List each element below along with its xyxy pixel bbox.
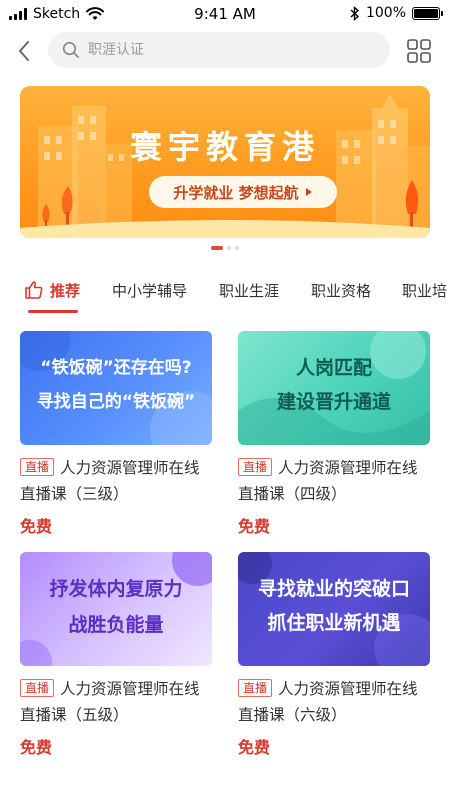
course-thumbnail: 人岗匹配 建设晋升通道: [238, 331, 430, 445]
thumbnail-line-2: 抓住职业新机遇: [267, 612, 401, 634]
tab-qualification[interactable]: 职业资格: [311, 280, 371, 301]
thumbnail-line-2: 战胜负能量: [68, 614, 164, 636]
course-thumbnail: 寻找就业的突破口 抓住职业新机遇: [238, 552, 430, 666]
thumbs-up-icon: [25, 281, 43, 299]
thumbnail-line-1: 寻找就业的突破口: [257, 578, 410, 600]
course-title: 直播 人力资源管理师在线直播课（四级）: [238, 455, 430, 507]
search-input[interactable]: [88, 42, 348, 58]
battery-icon: [412, 6, 443, 20]
thumbnail-line-1: 抒发体内复原力: [49, 578, 183, 600]
course-title: 直播 人力资源管理师在线直播课（五级）: [20, 676, 212, 728]
banner-title: 寰宇教育港: [129, 128, 320, 166]
carousel-dot[interactable]: [211, 246, 223, 250]
grid-menu-icon[interactable]: [406, 38, 432, 64]
banner-cta-button[interactable]: 升学就业 梦想起航: [149, 176, 337, 208]
course-price: 免费: [238, 517, 271, 536]
tab-career[interactable]: 职业生涯: [219, 280, 279, 301]
course-price: 免费: [20, 738, 53, 757]
active-tab-indicator: [28, 310, 78, 313]
live-badge: 直播: [20, 679, 55, 697]
search-icon: [62, 41, 79, 58]
course-title: 直播 人力资源管理师在线直播课（三级）: [20, 455, 212, 507]
tab-k12-tutoring[interactable]: 中小学辅导: [112, 280, 187, 301]
promo-banner[interactable]: 寰宇教育港 升学就业 梦想起航: [20, 86, 430, 238]
course-card[interactable]: 寻找就业的突破口 抓住职业新机遇 直播 人力资源管理师在线直播课（六级） 免费: [238, 552, 430, 758]
live-badge: 直播: [238, 679, 273, 697]
tab-training[interactable]: 职业培: [402, 280, 447, 301]
system-indicators: 100%: [350, 5, 443, 21]
course-title: 直播 人力资源管理师在线直播课（六级）: [238, 676, 430, 728]
course-price: 免费: [20, 517, 53, 536]
live-badge: 直播: [238, 458, 273, 476]
category-tabs: 推荐 中小学辅导 职业生涯 职业资格 职业培: [0, 270, 450, 313]
bluetooth-icon: [350, 5, 360, 21]
status-bar: Sketch 9:41 AM 100%: [0, 0, 450, 28]
thumbnail-line-2: 建设晋升通道: [276, 391, 391, 413]
header: [0, 30, 450, 72]
tab-recommend[interactable]: 推荐: [50, 280, 80, 301]
thumbnail-line-1: 人岗匹配: [295, 357, 372, 379]
course-card[interactable]: 人岗匹配 建设晋升通道 直播 人力资源管理师在线直播课（四级） 免费: [238, 331, 430, 537]
play-arrow-icon: [305, 188, 312, 196]
live-badge: 直播: [20, 458, 55, 476]
search-bar[interactable]: [48, 32, 390, 68]
course-card[interactable]: 抒发体内复原力 战胜负能量 直播 人力资源管理师在线直播课（五级） 免费: [20, 552, 212, 758]
course-thumbnail: “铁饭碗”还存在吗? 寻找自己的“铁饭碗”: [20, 331, 212, 445]
carousel-dot[interactable]: [235, 246, 239, 250]
course-card[interactable]: “铁饭碗”还存在吗? 寻找自己的“铁饭碗” 直播 人力资源管理师在线直播课（三级）…: [20, 331, 212, 537]
back-icon[interactable]: [12, 38, 38, 64]
battery-percent: 100%: [365, 5, 406, 21]
course-thumbnail: 抒发体内复原力 战胜负能量: [20, 552, 212, 666]
carousel-dot[interactable]: [227, 246, 231, 250]
thumbnail-line-2: 寻找自己的“铁饭碗”: [36, 392, 196, 412]
carousel-dots: [0, 246, 450, 250]
thumbnail-line-1: “铁饭碗”还存在吗?: [40, 358, 192, 378]
banner-cta-label: 升学就业 梦想起航: [173, 183, 299, 202]
course-price: 免费: [238, 738, 271, 757]
